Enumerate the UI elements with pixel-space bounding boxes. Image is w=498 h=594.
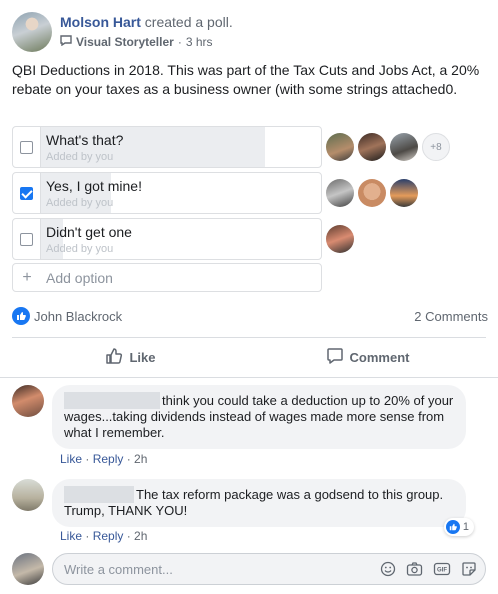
thumbs-up-icon [105, 347, 129, 368]
like-reaction-icon [12, 307, 30, 325]
comment-reply-link[interactable]: Reply [93, 452, 124, 466]
reactors[interactable]: John Blackrock [12, 307, 122, 325]
reactor-name[interactable]: John Blackrock [34, 309, 122, 324]
voter-avatar[interactable] [390, 179, 418, 207]
poll-option-label: Didn't get one [46, 224, 132, 240]
voter-avatar[interactable] [390, 133, 418, 161]
poll-option-body: What's that? Added by you [41, 127, 321, 167]
separator-dot: · [177, 35, 182, 49]
comment-meta: Like · Reply · 2h [60, 452, 148, 466]
comment: The tax reform package was a godsend to … [12, 479, 474, 536]
voter-avatar[interactable] [358, 133, 386, 161]
reactions-bar: John Blackrock 2 Comments [12, 305, 488, 327]
poll-voters[interactable] [326, 179, 422, 207]
comment-icon [326, 347, 350, 368]
post-actions: Like Comment [12, 341, 486, 373]
like-button-label: Like [129, 349, 156, 365]
post-header-text: Molson Hart created a poll. Visual Story… [60, 12, 233, 52]
poll-checkbox[interactable] [20, 140, 33, 154]
poll-option-checkbox-cell[interactable] [13, 127, 41, 167]
comment-button[interactable]: Comment [249, 341, 486, 373]
emoji-icon[interactable] [380, 561, 396, 577]
poll-option-added-by: Added by you [46, 243, 114, 255]
poll-option[interactable]: Yes, I got mine! Added by you [12, 172, 322, 214]
voter-avatar[interactable] [326, 179, 354, 207]
poll-option-checkbox-cell[interactable] [13, 173, 41, 213]
comment-composer: Write a comment... GIF [12, 553, 486, 585]
poll-question: QBI Deductions in 2018. This was part of… [12, 62, 480, 97]
commenter-avatar[interactable] [12, 385, 44, 417]
poll-checkbox[interactable] [20, 232, 33, 246]
poll-option-added-by: Added by you [46, 151, 114, 163]
composer-icons: GIF [370, 561, 477, 577]
poll-option-checkbox-cell[interactable] [13, 219, 41, 259]
comment-button-label: Comment [349, 349, 410, 365]
more-voters-badge[interactable]: +8 [422, 133, 450, 161]
current-user-avatar[interactable] [12, 553, 44, 585]
author-name[interactable]: Molson Hart [60, 14, 141, 30]
poll-option-added-by: Added by you [46, 197, 114, 209]
comment-input-placeholder[interactable]: Write a comment... [64, 562, 370, 577]
poll-option-label: Yes, I got mine! [46, 178, 142, 194]
voter-avatar[interactable] [326, 225, 354, 253]
voter-avatar[interactable] [326, 133, 354, 161]
comment-reaction-count: 1 [462, 521, 469, 533]
comments-divider [0, 377, 498, 378]
author-avatar[interactable] [12, 12, 52, 52]
comment-time[interactable]: 2h [134, 452, 147, 466]
group-icon [60, 35, 72, 49]
comment-meta: Like · Reply · 2h [60, 529, 148, 543]
comments-count[interactable]: 2 Comments [414, 309, 488, 324]
comment-bubble: think you could take a deduction up to 2… [52, 385, 466, 449]
poll-option-body: Didn't get one Added by you [41, 219, 321, 259]
poll-voters[interactable]: +8 [326, 133, 450, 161]
redacted-commenter-name [64, 392, 160, 409]
poll-option-body: Yes, I got mine! Added by you [41, 173, 321, 213]
comment-like-link[interactable]: Like [60, 452, 82, 466]
gif-icon[interactable]: GIF [433, 561, 451, 577]
comment-input[interactable]: Write a comment... GIF [52, 553, 486, 585]
post-action-text: created a poll. [140, 14, 233, 30]
redacted-commenter-name [64, 486, 134, 503]
poll-voters[interactable] [326, 225, 358, 253]
divider [12, 337, 486, 338]
camera-icon[interactable] [406, 561, 423, 577]
plus-icon: + [22, 268, 32, 286]
like-reaction-icon [445, 520, 460, 534]
sticker-icon[interactable] [461, 561, 477, 577]
commenter-avatar[interactable] [12, 479, 44, 511]
poll-option[interactable]: Didn't get one Added by you [12, 218, 322, 260]
comment-reaction-pill[interactable]: 1 [443, 518, 474, 536]
like-button[interactable]: Like [12, 341, 249, 373]
poll-option-label: What's that? [46, 132, 124, 148]
post-header: Molson Hart created a poll. Visual Story… [12, 12, 233, 52]
add-option-field[interactable]: + Add option [12, 263, 322, 292]
add-option-placeholder[interactable]: Add option [46, 270, 113, 286]
voter-avatar[interactable] [358, 179, 386, 207]
comment-reply-link[interactable]: Reply [93, 529, 124, 543]
comment-bubble: The tax reform package was a godsend to … [52, 479, 474, 536]
comment-time[interactable]: 2h [134, 529, 147, 543]
group-line: Visual Storyteller · 3 hrs [60, 35, 233, 49]
comment-like-link[interactable]: Like [60, 529, 82, 543]
group-name[interactable]: Visual Storyteller [76, 35, 174, 49]
poll-checkbox-checked[interactable] [20, 186, 33, 200]
post-time[interactable]: 3 hrs [186, 35, 213, 49]
svg-text:GIF: GIF [437, 568, 447, 574]
author-line: Molson Hart created a poll. [60, 14, 233, 30]
poll-option[interactable]: What's that? Added by you [12, 126, 322, 168]
comment: think you could take a deduction up to 2… [12, 385, 466, 449]
